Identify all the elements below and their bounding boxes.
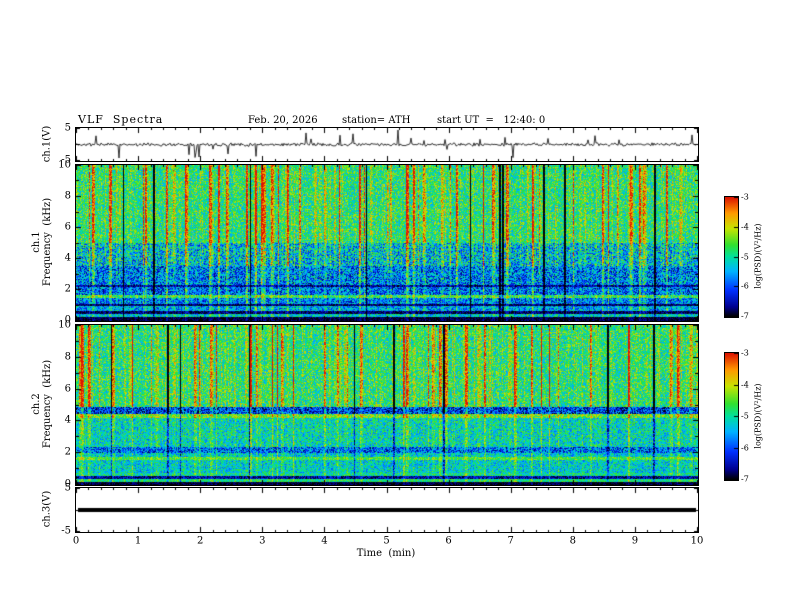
ch1-colorbar-tick-label: -3: [741, 192, 749, 202]
x-tick-label: 1: [134, 535, 142, 547]
ch2-axis-channel-label: ch.2: [31, 393, 42, 415]
start-ut-label: start UT = 12:40: 0: [437, 115, 546, 126]
ch2-frequency-axis-label: ch.2 Frequency (kHz): [31, 360, 53, 448]
x-tick-label: 2: [197, 535, 204, 547]
ch2-freq-tick-label: 10: [58, 319, 71, 331]
ch1-freq-tick-label: 4: [64, 252, 71, 264]
x-tick-label: 8: [569, 535, 576, 547]
ch3-voltage-axis-label: ch.3(V): [41, 490, 53, 528]
ch1-axis-channel-label: ch.1: [31, 231, 42, 253]
x-tick-label: 3: [259, 535, 266, 547]
ch2-colorbar-tick-label: -6: [741, 443, 749, 452]
station-label: station= ATH: [342, 115, 411, 126]
x-tick-label: 7: [507, 535, 514, 547]
date-label: Feb. 20, 2026: [248, 115, 318, 126]
ch2-colorbar-tick-label: -4: [741, 380, 749, 389]
ch1-colorbar-tick-label: -7: [741, 311, 749, 321]
ch1-colorbar-tick-label: -4: [741, 222, 749, 232]
plot-title: VLF Spectra: [78, 113, 164, 126]
ch3-waveform-panel: [75, 487, 699, 533]
time-axis-label: Time (min): [356, 548, 416, 559]
ch2-axis-frequency-label: Frequency (kHz): [42, 359, 53, 449]
ch1-volt-tick-label: -5: [61, 154, 71, 166]
ch2-colorbar-tick-label: -7: [741, 474, 749, 484]
ch1-colorbar-tick-label: -6: [741, 281, 749, 291]
ch1-freq-tick-label: 6: [64, 221, 71, 233]
ch1-colorbar: [724, 196, 739, 318]
ch1-waveform-panel: [75, 127, 699, 162]
x-tick-label: 9: [631, 535, 639, 547]
ch2-freq-tick-label: 6: [64, 383, 71, 395]
x-tick-label: 10: [690, 535, 704, 547]
ch3-volt-tick-label: 5: [64, 482, 71, 494]
ch2-colorbar-label: log(PSD)(V²/Hz): [753, 383, 763, 449]
x-tick-label: 6: [445, 535, 452, 547]
ch1-voltage-axis-label: ch.1(V): [41, 125, 53, 163]
ch2-spectrogram-panel: [75, 324, 699, 486]
ch2-freq-tick-label: 4: [64, 414, 71, 426]
ch1-spectrogram-panel: [75, 164, 699, 322]
ch2-colorbar-tick-label: -3: [741, 348, 749, 358]
ch1-colorbar-tick-label: -5: [741, 252, 749, 261]
ch1-frequency-axis-label: ch.1 Frequency (kHz): [31, 198, 53, 286]
ch3-volt-tick-label: -5: [61, 525, 71, 537]
ch2-colorbar-tick-label: -5: [741, 411, 749, 421]
ch1-volt-tick-label: 5: [64, 122, 71, 134]
vlf-spectra-figure: VLF Spectra Feb. 20, 2026 station= ATH s…: [0, 0, 792, 612]
ch2-colorbar: [724, 352, 739, 481]
x-tick-label: 4: [321, 535, 328, 547]
x-tick-label: 5: [383, 535, 390, 547]
ch1-freq-tick-label: 8: [64, 190, 71, 202]
ch1-axis-frequency-label: Frequency (kHz): [42, 197, 53, 287]
x-tick-label: 0: [72, 535, 80, 547]
ch2-freq-tick-label: 2: [64, 446, 71, 458]
ch1-freq-tick-label: 2: [64, 283, 71, 295]
ch2-freq-tick-label: 8: [64, 351, 71, 363]
ch1-colorbar-label: log(PSD)(V²/Hz): [753, 223, 763, 289]
